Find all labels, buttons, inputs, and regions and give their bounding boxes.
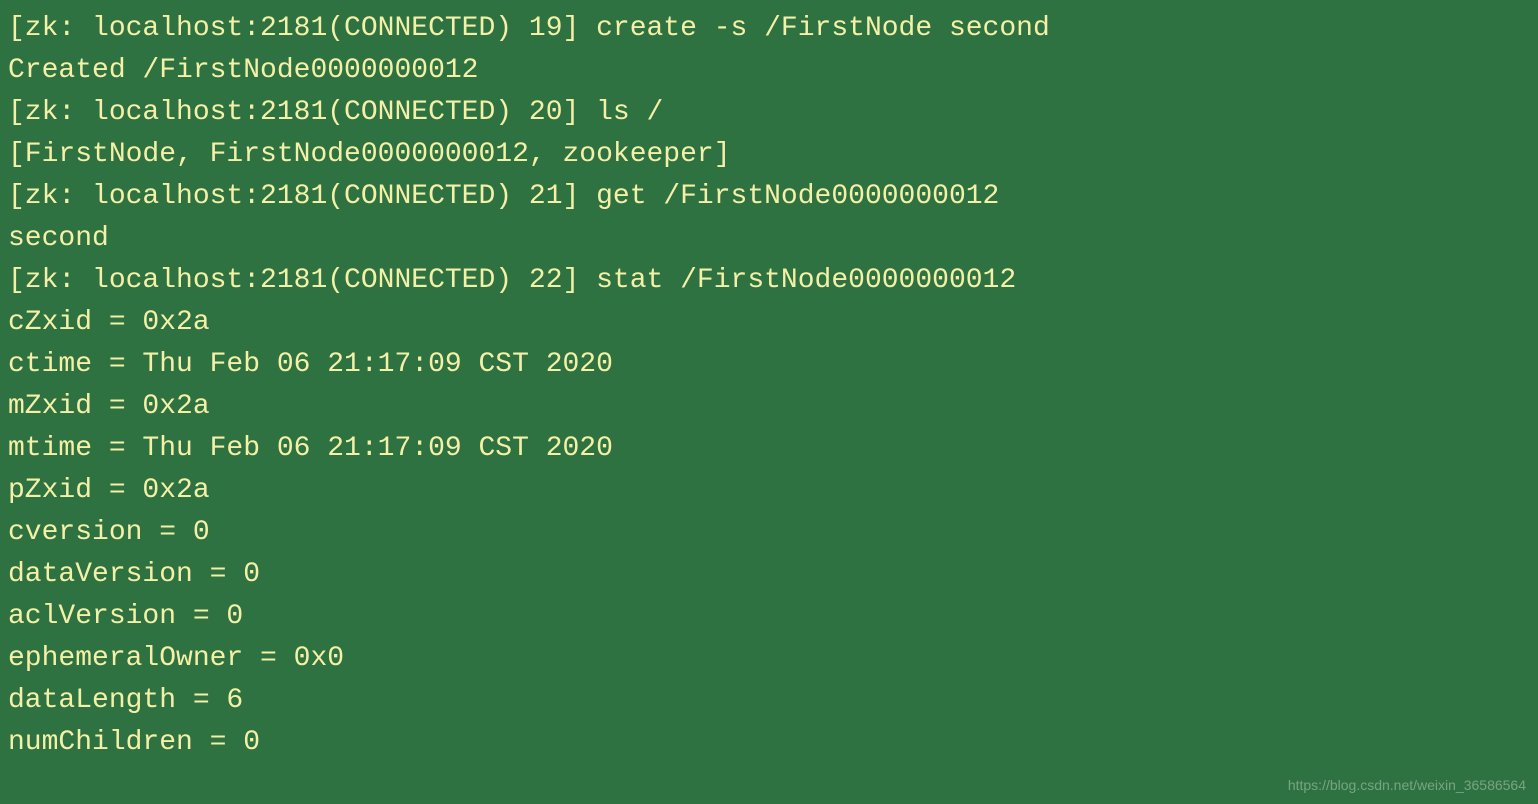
terminal-line: Created /FirstNode0000000012 bbox=[8, 50, 1530, 92]
terminal-line: cZxid = 0x2a bbox=[8, 302, 1530, 344]
terminal-line: mtime = Thu Feb 06 21:17:09 CST 2020 bbox=[8, 428, 1530, 470]
terminal-line: numChildren = 0 bbox=[8, 722, 1530, 764]
terminal-line: dataLength = 6 bbox=[8, 680, 1530, 722]
terminal-line: [zk: localhost:2181(CONNECTED) 20] ls / bbox=[8, 92, 1530, 134]
watermark-text: https://blog.csdn.net/weixin_36586564 bbox=[1288, 775, 1526, 796]
terminal-line: ctime = Thu Feb 06 21:17:09 CST 2020 bbox=[8, 344, 1530, 386]
terminal-line: cversion = 0 bbox=[8, 512, 1530, 554]
terminal-output: [zk: localhost:2181(CONNECTED) 19] creat… bbox=[8, 8, 1530, 764]
terminal-line: pZxid = 0x2a bbox=[8, 470, 1530, 512]
terminal-line: ephemeralOwner = 0x0 bbox=[8, 638, 1530, 680]
terminal-line: [zk: localhost:2181(CONNECTED) 21] get /… bbox=[8, 176, 1530, 218]
terminal-line: second bbox=[8, 218, 1530, 260]
terminal-line: mZxid = 0x2a bbox=[8, 386, 1530, 428]
terminal-line: aclVersion = 0 bbox=[8, 596, 1530, 638]
terminal-line: [zk: localhost:2181(CONNECTED) 19] creat… bbox=[8, 8, 1530, 50]
terminal-line: [zk: localhost:2181(CONNECTED) 22] stat … bbox=[8, 260, 1530, 302]
terminal-line: dataVersion = 0 bbox=[8, 554, 1530, 596]
terminal-line: [FirstNode, FirstNode0000000012, zookeep… bbox=[8, 134, 1530, 176]
